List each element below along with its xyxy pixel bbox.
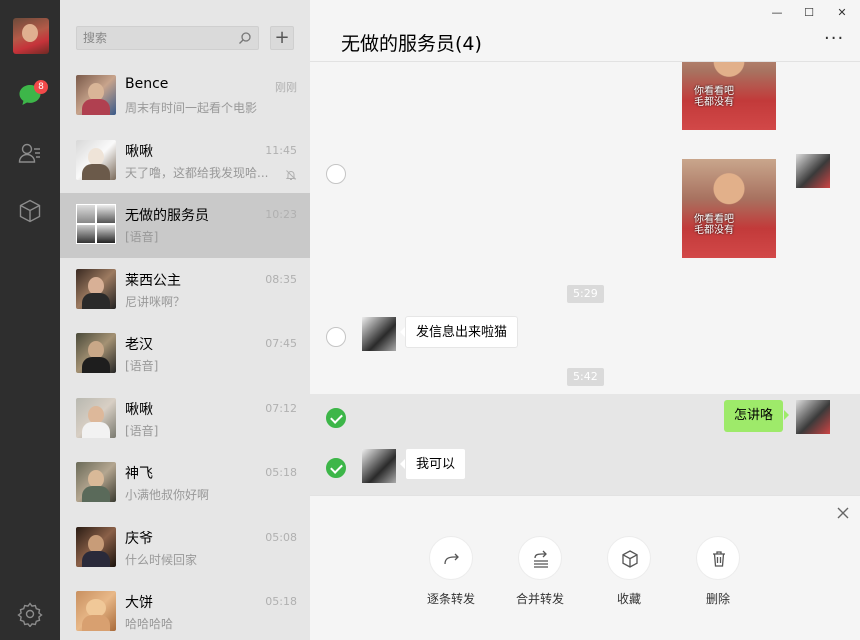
avatar: [76, 75, 116, 115]
delete-button[interactable]: 删除: [683, 536, 753, 607]
conversation-name: 啾啾: [125, 143, 153, 160]
search-box: [76, 26, 259, 50]
message-bubble-mine: 怎讲咯: [724, 400, 790, 432]
avatar: [76, 397, 116, 438]
conversation-preview: [语音]: [125, 423, 159, 438]
message-bubble: 发信息出来啦猫: [399, 316, 519, 348]
multi-select-action-bar: 逐条转发 合并转发 收藏 删除: [310, 495, 860, 640]
sticker-image: 你看看吧 毛都没有: [682, 159, 776, 258]
avatar: [76, 591, 116, 631]
conversation-preview: 哈哈哈哈: [125, 617, 174, 631]
settings-icon[interactable]: [17, 601, 43, 627]
conversation-time: 刚刚: [275, 81, 297, 94]
select-radio[interactable]: [326, 164, 346, 184]
avatar: [76, 139, 116, 180]
search-input[interactable]: [77, 27, 235, 49]
sender-avatar: [362, 449, 396, 483]
conversation-item[interactable]: Bence 周末有时间一起看个电影 刚刚: [60, 64, 310, 129]
favorite-box-icon: [607, 536, 651, 580]
conversation-preview: 小满他叔你好啊: [125, 488, 210, 502]
conversation-time: 10:23: [265, 208, 297, 221]
avatar: [76, 333, 116, 373]
conversation-time: 05:18: [265, 466, 297, 479]
my-avatar-small: [796, 400, 830, 434]
avatar: [76, 268, 116, 309]
timestamp: 5:42: [567, 368, 604, 386]
conversation-name: 大饼: [125, 595, 153, 611]
contacts-icon[interactable]: [17, 140, 43, 166]
search-icon[interactable]: [238, 31, 252, 45]
conversation-name: 莱西公主: [125, 272, 181, 289]
trash-icon: [696, 536, 740, 580]
conversation-item[interactable]: 庆爷 什么时候回家 05:08: [60, 516, 310, 581]
timestamp: 5:29: [567, 285, 604, 303]
conversation-time: 11:45: [265, 143, 297, 157]
action-label: 合并转发: [515, 592, 564, 606]
minimize-button[interactable]: —: [770, 6, 784, 20]
conversation-name: 神飞: [125, 466, 153, 482]
forward-icon: [429, 536, 473, 580]
conversation-item[interactable]: 神飞 小满他叔你好啊 05:18: [60, 451, 310, 516]
conversation-preview: [语音]: [125, 230, 159, 244]
sticker-image: 你看看吧 毛都没有: [682, 62, 776, 130]
conversation-name: 老汉: [125, 337, 153, 353]
forward-one-by-one-button[interactable]: 逐条转发: [416, 536, 486, 607]
my-avatar-small: [796, 154, 830, 188]
conversation-time: 05:08: [265, 530, 297, 544]
group-avatar: [76, 204, 116, 244]
action-label: 收藏: [616, 592, 641, 606]
conversation-name: 啾啾: [125, 401, 153, 418]
avatar: [76, 526, 116, 567]
favorite-button[interactable]: 收藏: [594, 536, 664, 607]
action-label: 删除: [705, 592, 730, 606]
sticker-caption: 你看看吧 毛都没有: [694, 86, 734, 108]
conversation-item-active[interactable]: 无做的服务员 [语音] 10:23: [60, 193, 310, 258]
conversation-item[interactable]: 大饼 哈哈哈哈 05:18: [60, 580, 310, 640]
merge-forward-button[interactable]: 合并转发: [505, 536, 575, 607]
conversation-time: 05:18: [265, 595, 297, 608]
conversation-name: Bence: [125, 76, 169, 92]
chat-panel: 无做的服务员(4) ··· — ☐ ✕ 你看看吧 毛都没有 你看看吧 毛都没有 5:…: [310, 0, 860, 640]
my-avatar[interactable]: [13, 18, 49, 54]
conversation-preview: 尼讲咪啊？: [125, 294, 186, 309]
message-area: 你看看吧 毛都没有 你看看吧 毛都没有 5:29 发信息出来啦猫 5:42 怎讲咯 …: [310, 62, 860, 495]
sender-avatar: [362, 317, 396, 351]
message-bubble: 我可以: [399, 448, 467, 480]
conversation-time: 07:12: [265, 401, 297, 415]
sticker-caption: 你看看吧 毛都没有: [694, 214, 734, 236]
conversation-preview: 什么时候回家: [125, 552, 198, 567]
chat-title: 无做的服务员(4): [341, 33, 482, 55]
conversation-time: 07:45: [265, 337, 297, 350]
conversation-item[interactable]: 莱西公主 尼讲咪啊？ 08:35: [60, 258, 310, 323]
conversation-list: Bence 周末有时间一起看个电影 刚刚 啾啾 天了噜，这都给我发现哈... 1…: [60, 64, 310, 640]
conversation-name: 庆爷: [125, 530, 153, 547]
select-radio-checked[interactable]: [326, 408, 346, 428]
action-label: 逐条转发: [426, 592, 475, 606]
close-icon[interactable]: [836, 506, 850, 520]
conversation-item[interactable]: 老汉 [语音] 07:45: [60, 322, 310, 387]
favorites-icon[interactable]: [17, 198, 43, 224]
conversation-item[interactable]: 啾啾 [语音] 07:12: [60, 387, 310, 452]
close-window-button[interactable]: ✕: [835, 6, 849, 20]
avatar: [76, 462, 116, 502]
mute-bell-icon: [285, 169, 297, 180]
chat-header: 无做的服务员(4) ··· — ☐ ✕: [310, 0, 860, 62]
add-chat-button[interactable]: +: [270, 26, 294, 50]
conversation-list-panel: + Bence 周末有时间一起看个电影 刚刚 啾啾 天了噜，这都给我发现哈...…: [60, 0, 310, 640]
conversation-name: 无做的服务员: [125, 208, 209, 224]
select-radio[interactable]: [326, 327, 346, 347]
conversation-preview: 天了噜，这都给我发现哈...: [125, 165, 269, 180]
more-options-button[interactable]: ···: [824, 30, 844, 48]
conversation-item[interactable]: 啾啾 天了噜，这都给我发现哈... 11:45: [60, 129, 310, 194]
select-radio-checked[interactable]: [326, 458, 346, 478]
merge-forward-icon: [518, 536, 562, 580]
conversation-time: 08:35: [265, 272, 297, 286]
nav-rail: 8: [0, 0, 60, 640]
conversation-preview: 周末有时间一起看个电影: [125, 101, 258, 115]
conversation-preview: [语音]: [125, 359, 159, 373]
maximize-button[interactable]: ☐: [802, 6, 816, 20]
unread-badge: 8: [34, 80, 48, 94]
